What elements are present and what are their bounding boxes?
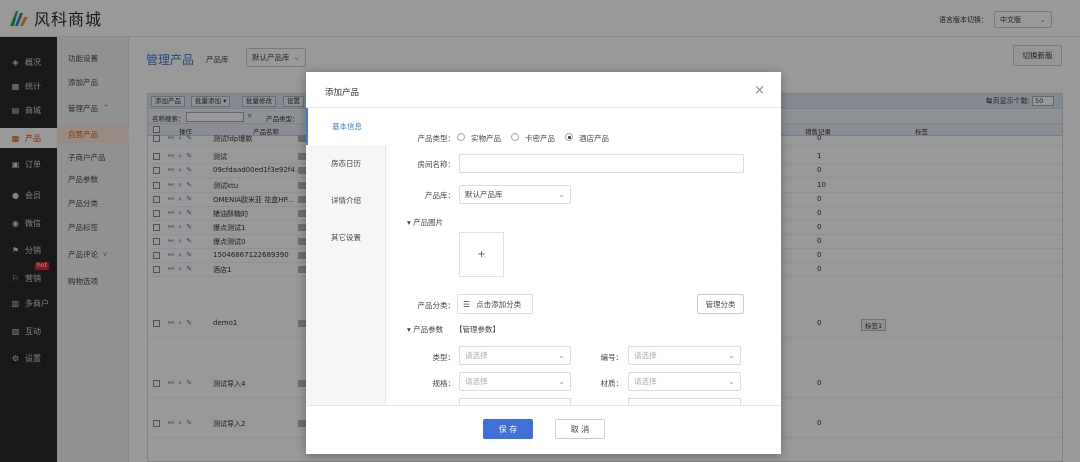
- library-label: 产品库：: [425, 191, 455, 200]
- room-name-input[interactable]: [459, 154, 744, 173]
- product-params-section[interactable]: ▾ 产品参数: [407, 324, 443, 335]
- add-category-button[interactable]: ☰ 点击添加分类: [457, 294, 533, 314]
- plus-icon: +: [477, 249, 486, 260]
- param-next-select[interactable]: [459, 398, 571, 405]
- chevron-down-icon: ⌄: [558, 377, 565, 386]
- chevron-down-icon: ⌄: [558, 190, 565, 199]
- param-no-select[interactable]: 请选择 ⌄: [628, 346, 741, 365]
- param-material-select[interactable]: 请选择 ⌄: [628, 372, 741, 391]
- param-type-select[interactable]: 请选择 ⌄: [459, 346, 571, 365]
- list-icon: ☰: [463, 299, 471, 309]
- radio-physical-product[interactable]: [457, 133, 465, 141]
- param-next-select-2[interactable]: [628, 398, 741, 405]
- radio-card-product[interactable]: [511, 133, 519, 141]
- save-button[interactable]: 保 存: [483, 419, 533, 439]
- param-no-placeholder: 请选择: [634, 351, 657, 360]
- param-type-label: 类型：: [432, 353, 456, 362]
- library-select[interactable]: 默认产品库 ⌄: [459, 185, 571, 204]
- radio-card-label: 卡密产品: [525, 134, 555, 143]
- param-material-placeholder: 请选择: [634, 377, 657, 386]
- manage-category-button[interactable]: 管理分类: [697, 294, 744, 314]
- param-no-label: 编号：: [600, 353, 624, 362]
- divider: [306, 405, 781, 406]
- add-category-label: 点击添加分类: [476, 299, 522, 309]
- param-material-label: 材质：: [600, 379, 624, 388]
- chevron-down-icon: ⌄: [558, 351, 565, 360]
- tab-room-calendar[interactable]: 房态日历: [306, 145, 386, 182]
- param-spec-label: 规格：: [432, 379, 456, 388]
- category-label: 产品分类：: [417, 301, 456, 310]
- cancel-button[interactable]: 取 消: [555, 419, 605, 439]
- radio-physical-label: 实物产品: [471, 134, 501, 143]
- modal-title: 添加产品: [325, 88, 360, 98]
- room-name-label: 房间名称：: [417, 160, 456, 169]
- add-product-modal: 添加产品 × 基本信息 房态日历 详情介绍 其它设置 产品类型： 实物产品 卡密…: [306, 72, 781, 454]
- chevron-down-icon: ⌄: [728, 377, 735, 386]
- radio-hotel-product[interactable]: [565, 133, 573, 141]
- tab-other-settings[interactable]: 其它设置: [306, 219, 386, 256]
- radio-hotel-label: 酒店产品: [579, 134, 609, 143]
- modal-tabs: 基本信息 房态日历 详情介绍 其它设置: [306, 108, 386, 405]
- param-spec-placeholder: 请选择: [465, 377, 488, 386]
- product-images-section[interactable]: ▾ 产品图片: [407, 217, 443, 228]
- param-type-placeholder: 请选择: [465, 351, 488, 360]
- image-upload-box[interactable]: +: [459, 232, 504, 277]
- close-icon[interactable]: ×: [754, 83, 765, 98]
- product-type-label: 产品类型：: [417, 134, 456, 143]
- tab-basic-info[interactable]: 基本信息: [306, 108, 386, 145]
- tab-details[interactable]: 详情介绍: [306, 182, 386, 219]
- param-spec-select[interactable]: 请选择 ⌄: [459, 372, 571, 391]
- manage-params-link[interactable]: 【管理参数】: [455, 324, 500, 335]
- chevron-down-icon: ⌄: [728, 351, 735, 360]
- library-value: 默认产品库: [465, 190, 503, 199]
